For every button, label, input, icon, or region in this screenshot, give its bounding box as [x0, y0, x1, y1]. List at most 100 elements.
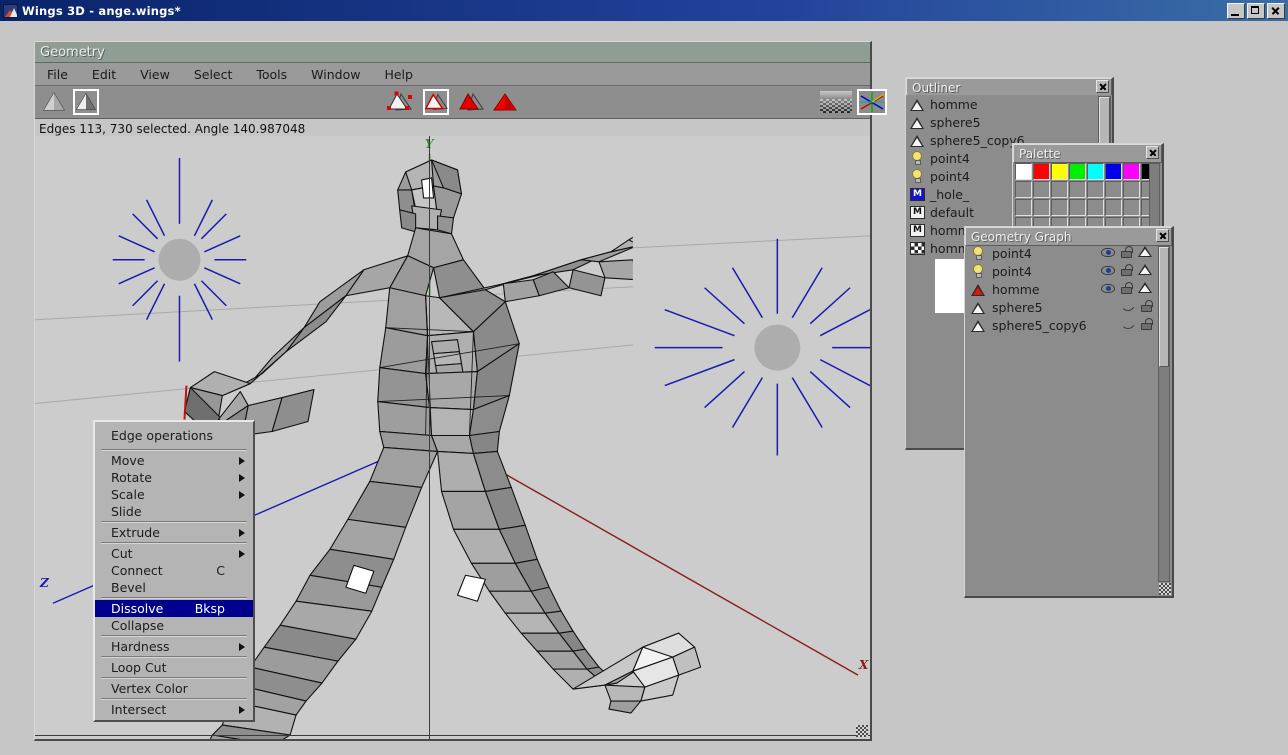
palette-color-swatch[interactable]	[1105, 163, 1122, 180]
context-menu-item-hardness[interactable]: Hardness	[95, 638, 253, 655]
context-menu-item-connect[interactable]: Connect C	[95, 562, 253, 579]
menu-edit[interactable]: Edit	[80, 67, 128, 82]
palette-color-swatch[interactable]	[1015, 163, 1032, 180]
outliner-close-icon[interactable]	[1096, 80, 1109, 93]
geometry-graph-item-toggles	[1121, 318, 1153, 330]
geometry-title-bar[interactable]: Geometry	[35, 42, 870, 63]
palette-empty-swatch[interactable]	[1033, 181, 1050, 198]
context-menu-item-intersect[interactable]: Intersect	[95, 701, 253, 718]
eye-closed-icon[interactable]	[1121, 301, 1135, 312]
unlock-icon[interactable]	[1141, 318, 1153, 330]
eye-closed-icon[interactable]	[1121, 319, 1135, 330]
smooth-preview-icon[interactable]	[41, 89, 67, 115]
menu-select[interactable]: Select	[182, 67, 245, 82]
geometry-resize-grip[interactable]	[856, 725, 868, 737]
geometry-graph-close-icon[interactable]	[1156, 229, 1169, 242]
palette-empty-swatch[interactable]	[1069, 199, 1086, 216]
palette-empty-swatch[interactable]	[1123, 199, 1140, 216]
palette-color-swatch[interactable]	[1033, 163, 1050, 180]
show-axes-icon[interactable]	[857, 89, 887, 115]
geometry-graph-item[interactable]: point4	[965, 244, 1158, 262]
wireframe-toggle-icon[interactable]	[1138, 282, 1152, 294]
palette-empty-swatch[interactable]	[1087, 199, 1104, 216]
eye-open-icon[interactable]	[1101, 247, 1115, 258]
submenu-arrow-icon	[239, 550, 245, 558]
menu-view[interactable]: View	[128, 67, 182, 82]
palette-title-bar[interactable]: Palette	[1013, 144, 1162, 163]
geometry-graph-list[interactable]: point4 point4 homme sphere5 sphere5_copy6	[965, 244, 1158, 596]
unlock-icon[interactable]	[1121, 264, 1133, 276]
geometry-graph-resize-grip[interactable]	[1159, 583, 1171, 595]
geometry-graph-item-toggles	[1121, 300, 1153, 312]
context-menu-item-collapse[interactable]: Collapse	[95, 617, 253, 634]
minimize-button[interactable]	[1227, 3, 1245, 19]
light-bulb-icon	[910, 169, 925, 183]
window-controls	[1227, 3, 1285, 19]
palette-empty-swatch[interactable]	[1105, 199, 1122, 216]
wireframe-toggle-icon[interactable]	[1138, 246, 1152, 258]
palette-color-swatch[interactable]	[1087, 163, 1104, 180]
menu-tools[interactable]: Tools	[244, 67, 299, 82]
palette-color-swatch[interactable]	[1069, 163, 1086, 180]
palette-empty-swatch[interactable]	[1015, 199, 1032, 216]
context-menu-item-slide[interactable]: Slide	[95, 503, 253, 520]
context-menu-item-rotate[interactable]: Rotate	[95, 469, 253, 486]
context-menu-item-cut[interactable]: Cut	[95, 545, 253, 562]
palette-color-grid[interactable]	[1015, 163, 1158, 234]
unlock-icon[interactable]	[1141, 300, 1153, 312]
eye-open-icon[interactable]	[1101, 265, 1115, 276]
ground-plane-icon[interactable]	[820, 89, 852, 115]
eye-open-icon[interactable]	[1101, 283, 1115, 294]
vertex-mode-icon[interactable]	[387, 89, 413, 115]
outliner-item[interactable]: homme	[906, 95, 1112, 113]
body-mode-icon[interactable]	[492, 89, 518, 115]
edge-operations-context-menu[interactable]: Edge operations Move Rotate Scale Slide Extr…	[93, 420, 255, 722]
unlock-icon[interactable]	[1121, 246, 1133, 258]
edge-mode-icon[interactable]	[423, 89, 449, 115]
palette-empty-swatch[interactable]	[1051, 199, 1068, 216]
close-button[interactable]	[1267, 3, 1285, 19]
palette-scrollbar[interactable]	[1149, 163, 1160, 230]
palette-color-swatch[interactable]	[1123, 163, 1140, 180]
submenu-arrow-icon	[239, 529, 245, 537]
palette-close-icon[interactable]	[1146, 146, 1159, 159]
submenu-arrow-icon	[239, 457, 245, 465]
context-menu-items: Move Rotate Scale Slide Extrude Cut Connect C Be…	[95, 452, 253, 718]
unlock-icon[interactable]	[1121, 282, 1133, 294]
geometry-graph-item[interactable]: point4	[965, 262, 1158, 280]
menu-separator	[101, 656, 247, 658]
maximize-button[interactable]	[1247, 3, 1265, 19]
geometry-graph-scroll-thumb[interactable]	[1159, 247, 1169, 367]
palette-empty-swatch[interactable]	[1123, 181, 1140, 198]
geometry-graph-title: Geometry Graph	[971, 229, 1072, 244]
geometry-graph-scrollbar[interactable]	[1158, 246, 1170, 582]
context-menu-item-dissolve[interactable]: Dissolve Bksp	[95, 600, 253, 617]
palette-empty-swatch[interactable]	[1087, 181, 1104, 198]
context-menu-item-loop-cut[interactable]: Loop Cut	[95, 659, 253, 676]
context-menu-item-bevel[interactable]: Bevel	[95, 579, 253, 596]
menu-item-label: Cut	[111, 546, 133, 561]
face-mode-icon[interactable]	[458, 89, 484, 115]
flat-shaded-icon[interactable]	[73, 89, 99, 115]
wings3d-application: Wings 3D - ange.wings* Geometry File Edi…	[0, 0, 1288, 755]
context-menu-item-vertex-color[interactable]: Vertex Color	[95, 680, 253, 697]
outliner-item[interactable]: sphere5	[906, 113, 1112, 131]
menu-help[interactable]: Help	[372, 67, 425, 82]
outliner-item-label: sphere5_copy6	[930, 132, 1025, 148]
geometry-graph-item[interactable]: sphere5	[965, 298, 1158, 316]
menu-file[interactable]: File	[35, 67, 80, 82]
menu-window[interactable]: Window	[299, 67, 372, 82]
palette-empty-swatch[interactable]	[1105, 181, 1122, 198]
palette-empty-swatch[interactable]	[1033, 199, 1050, 216]
menu-item-label: Rotate	[111, 470, 152, 485]
palette-empty-swatch[interactable]	[1069, 181, 1086, 198]
palette-empty-swatch[interactable]	[1015, 181, 1032, 198]
geometry-graph-item[interactable]: homme	[965, 280, 1158, 298]
context-menu-item-move[interactable]: Move	[95, 452, 253, 469]
palette-empty-swatch[interactable]	[1051, 181, 1068, 198]
palette-color-swatch[interactable]	[1051, 163, 1068, 180]
context-menu-item-extrude[interactable]: Extrude	[95, 524, 253, 541]
wireframe-toggle-icon[interactable]	[1138, 264, 1152, 276]
context-menu-item-scale[interactable]: Scale	[95, 486, 253, 503]
geometry-graph-item[interactable]: sphere5_copy6	[965, 316, 1158, 334]
